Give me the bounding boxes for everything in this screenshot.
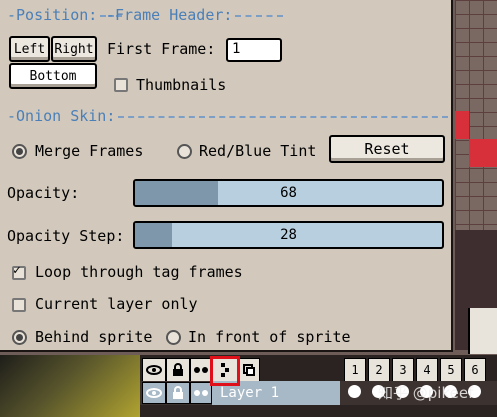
eye-icon[interactable] [142,358,166,382]
opacity-step-label: Opacity Step: [7,227,125,245]
behind-sprite-label: Behind sprite [35,328,153,346]
in-front-of-sprite-label: In front of sprite [188,328,351,346]
behind-sprite-radio[interactable] [12,330,27,345]
current-layer-only-checkbox[interactable] [12,298,26,312]
continuous-icon[interactable] [190,358,212,382]
onion-skin-highlight [210,356,240,386]
frame-header-3[interactable]: 3 [392,358,414,382]
canvas-pixel-red [469,139,497,167]
opacity-value: 68 [280,185,297,201]
divider [235,14,284,17]
first-frame-input[interactable]: 1 [226,38,282,62]
position-left-label: Left [13,41,46,57]
reset-button[interactable]: Reset [329,135,445,163]
timeline-header-spacer [260,358,344,382]
opacity-step-value: 28 [280,227,297,243]
section-frame-header: -Frame Header: [106,6,284,24]
section-onion-skin-label: -Onion Skin: [7,107,116,125]
color-preview[interactable] [0,355,140,417]
first-frame-label: First Frame: [107,40,216,58]
layer-eye-icon[interactable] [142,382,166,404]
canvas-pixel-red [455,111,469,139]
thumbnails-checkbox[interactable] [114,78,128,92]
section-frame-header-label: -Frame Header: [106,6,233,24]
loop-tag-frames-checkbox[interactable] [12,263,26,280]
in-front-of-sprite-radio[interactable] [166,330,181,345]
reset-label: Reset [364,140,410,158]
position-bottom-label: Bottom [29,68,77,84]
timeline-settings-panel: -Position: -Frame Header: Left Right Bot… [0,0,453,352]
layer-lock-icon[interactable] [166,382,190,404]
merge-frames-label: Merge Frames [35,142,144,160]
position-bottom-button[interactable]: Bottom [9,63,97,89]
section-onion-skin: -Onion Skin: [7,107,449,125]
frame-header-2[interactable]: 2 [368,358,390,382]
opacity-step-slider[interactable]: 28 [133,221,444,249]
red-blue-tint-label: Red/Blue Tint [199,142,317,160]
layer-continuous-icon[interactable] [190,382,212,404]
cel-1[interactable] [348,385,361,398]
frame-header-1[interactable]: 1 [344,358,366,382]
red-blue-tint-radio[interactable] [177,144,192,159]
opacity-label: Opacity: [7,184,80,202]
section-position-label: -Position: [7,6,98,24]
position-right-label: Right [54,41,94,57]
position-right-button[interactable]: Right [51,36,97,62]
frame-header-4[interactable]: 4 [416,358,438,382]
lock-icon[interactable] [166,358,190,382]
opacity-slider[interactable]: 68 [133,179,444,207]
merge-frames-radio[interactable] [12,144,27,159]
position-left-button[interactable]: Left [9,36,50,62]
canvas-scrollbar[interactable] [468,308,497,354]
thumbnails-label: Thumbnails [136,76,227,94]
current-layer-only-label: Current layer only [35,295,198,313]
frame-header-6[interactable]: 6 [464,358,486,382]
layer-options-icon[interactable] [238,358,260,382]
loop-tag-frames-label: Loop through tag frames [35,263,243,281]
watermark: 知乎 @pikeef [378,384,474,402]
frame-header-5[interactable]: 5 [440,358,462,382]
divider [118,115,449,118]
